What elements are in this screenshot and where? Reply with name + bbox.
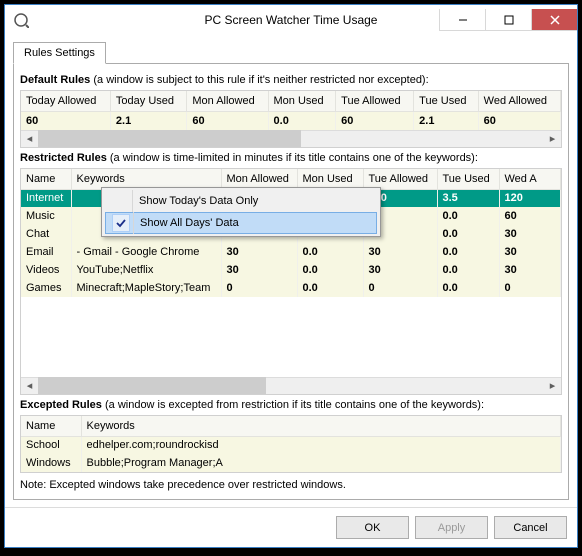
cell[interactable]: 30: [499, 243, 561, 261]
restricted-scrollbar[interactable]: ◂ ▸: [21, 377, 561, 394]
ok-button[interactable]: OK: [336, 516, 409, 539]
column-header[interactable]: Tue Allowed: [336, 91, 414, 112]
table-row[interactable]: VideosYouTube;Netflix300.0300.030: [21, 261, 561, 279]
cell[interactable]: 0.0: [437, 261, 499, 279]
context-menu-label: Show Today's Data Only: [139, 195, 258, 207]
cell[interactable]: 60: [21, 112, 110, 130]
cell[interactable]: 0: [363, 279, 437, 297]
column-header[interactable]: Tue Used: [414, 91, 478, 112]
close-button[interactable]: [531, 9, 577, 31]
cell[interactable]: 0.0: [437, 207, 499, 225]
cell[interactable]: 0.0: [297, 243, 363, 261]
column-header[interactable]: Wed A: [499, 169, 561, 190]
cell[interactable]: Games: [21, 279, 71, 297]
cell[interactable]: 60: [336, 112, 414, 130]
window-title: PC Screen Watcher Time Usage: [205, 13, 378, 27]
cell[interactable]: 0.0: [437, 225, 499, 243]
cell[interactable]: Internet: [21, 189, 71, 207]
cell[interactable]: 0.0: [268, 112, 336, 130]
excepted-rules-heading: Excepted Rules (a window is excepted fro…: [20, 399, 562, 411]
cell[interactable]: 2.1: [414, 112, 478, 130]
cell[interactable]: Email: [21, 243, 71, 261]
scroll-left-icon[interactable]: ◂: [21, 130, 38, 147]
cell[interactable]: 60: [478, 112, 560, 130]
context-menu-item[interactable]: Show Today's Data Only: [104, 190, 378, 212]
cell[interactable]: Videos: [21, 261, 71, 279]
scroll-right-icon[interactable]: ▸: [544, 130, 561, 147]
cell[interactable]: 30: [499, 225, 561, 243]
cell[interactable]: 30: [363, 261, 437, 279]
column-header[interactable]: Tue Used: [437, 169, 499, 190]
cell[interactable]: 0.0: [437, 243, 499, 261]
restricted-rules-grid[interactable]: NameKeywordsMon AllowedMon UsedTue Allow…: [20, 168, 562, 395]
excepted-rules-grid[interactable]: NameKeywords Schooledhelper.com;roundroc…: [20, 415, 562, 474]
cell[interactable]: 60: [187, 112, 268, 130]
cell[interactable]: - Gmail - Google Chrome: [71, 243, 221, 261]
cell[interactable]: 120: [499, 189, 561, 207]
cell[interactable]: Bubble;Program Manager;A: [81, 454, 561, 472]
cell[interactable]: Chat: [21, 225, 71, 243]
tab-rules-settings[interactable]: Rules Settings: [13, 42, 106, 64]
column-header[interactable]: Keywords: [81, 416, 561, 437]
column-header[interactable]: Mon Allowed: [187, 91, 268, 112]
cell[interactable]: Music: [21, 207, 71, 225]
default-scrollbar[interactable]: ◂ ▸: [21, 130, 561, 147]
cell[interactable]: 3.5: [437, 189, 499, 207]
scroll-right-icon[interactable]: ▸: [544, 377, 561, 394]
cell[interactable]: 0.0: [437, 279, 499, 297]
tab-panel: Default Rules (a window is subject to th…: [13, 63, 569, 500]
cell[interactable]: Minecraft;MapleStory;Team: [71, 279, 221, 297]
column-header[interactable]: Today Used: [110, 91, 186, 112]
column-header[interactable]: Mon Used: [268, 91, 336, 112]
app-window: PC Screen Watcher Time Usage Rules Setti…: [4, 4, 578, 548]
cell[interactable]: 30: [221, 261, 297, 279]
table-row[interactable]: GamesMinecraft;MapleStory;Team00.000.00: [21, 279, 561, 297]
note-text: Note: Excepted windows take precedence o…: [20, 479, 562, 491]
table-row[interactable]: WindowsBubble;Program Manager;A: [21, 454, 561, 472]
context-menu-item[interactable]: Show All Days' Data: [105, 212, 377, 234]
cell[interactable]: Windows: [21, 454, 81, 472]
default-rules-grid[interactable]: Today AllowedToday UsedMon AllowedMon Us…: [20, 90, 562, 148]
minimize-button[interactable]: [439, 9, 485, 31]
content-area: Rules Settings Default Rules (a window i…: [5, 35, 577, 507]
column-header[interactable]: Wed Allowed: [478, 91, 560, 112]
cell[interactable]: 0: [499, 279, 561, 297]
apply-button[interactable]: Apply: [415, 516, 488, 539]
cell[interactable]: 30: [221, 243, 297, 261]
cell[interactable]: 60: [499, 207, 561, 225]
column-header[interactable]: Today Allowed: [21, 91, 110, 112]
context-menu: Show Today's Data Only Show All Days' Dat…: [101, 187, 381, 237]
cell[interactable]: 0: [221, 279, 297, 297]
dialog-footer: OK Apply Cancel: [5, 507, 577, 547]
table-row[interactable]: Schooledhelper.com;roundrockisd: [21, 436, 561, 454]
cell[interactable]: School: [21, 436, 81, 454]
restricted-rules-heading: Restricted Rules (a window is time-limit…: [20, 152, 562, 164]
cell[interactable]: 0.0: [297, 279, 363, 297]
column-header[interactable]: Name: [21, 416, 81, 437]
cell[interactable]: 2.1: [110, 112, 186, 130]
context-menu-label: Show All Days' Data: [140, 217, 239, 229]
scroll-left-icon[interactable]: ◂: [21, 377, 38, 394]
maximize-button[interactable]: [485, 9, 531, 31]
table-row[interactable]: Email- Gmail - Google Chrome300.0300.030: [21, 243, 561, 261]
window-controls: [439, 9, 577, 31]
app-icon: [13, 12, 29, 28]
cell[interactable]: 0.0: [297, 261, 363, 279]
cell[interactable]: YouTube;Netflix: [71, 261, 221, 279]
check-icon: [112, 214, 130, 232]
tab-strip: Rules Settings: [13, 42, 569, 64]
cell[interactable]: 30: [363, 243, 437, 261]
title-bar[interactable]: PC Screen Watcher Time Usage: [5, 5, 577, 35]
default-rules-heading: Default Rules (a window is subject to th…: [20, 74, 562, 86]
cell[interactable]: edhelper.com;roundrockisd: [81, 436, 561, 454]
cell[interactable]: 30: [499, 261, 561, 279]
column-header[interactable]: Name: [21, 169, 71, 190]
cancel-button[interactable]: Cancel: [494, 516, 567, 539]
